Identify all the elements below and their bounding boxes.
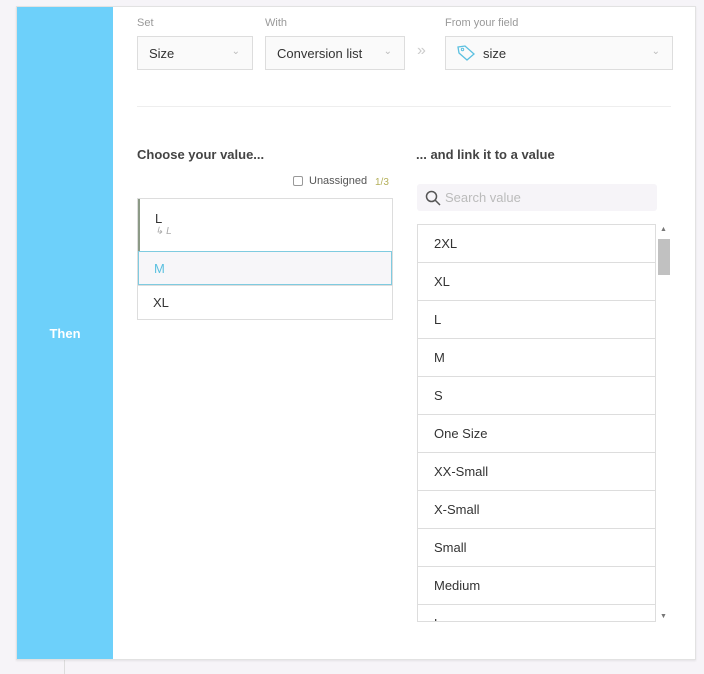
set-label: Set: [137, 17, 154, 29]
list-item[interactable]: X-Small: [418, 491, 655, 529]
target-value-list: 2XL XL L M S One Size XX-Small X-Small Small Medi…: [417, 224, 656, 622]
set-select[interactable]: Size ⌄: [137, 36, 253, 70]
search-icon: [425, 190, 441, 206]
then-sidebar: Then: [17, 7, 113, 659]
list-item[interactable]: XL: [418, 263, 655, 301]
list-item[interactable]: XX-Small: [418, 453, 655, 491]
list-item[interactable]: Large: [418, 605, 655, 621]
divider: [64, 660, 65, 674]
search-placeholder: Search value: [445, 190, 521, 205]
field-select[interactable]: size ⌄: [445, 36, 673, 70]
set-value: Size: [149, 45, 175, 61]
chevron-down-icon: ⌄: [383, 46, 392, 57]
list-item[interactable]: XL: [138, 285, 392, 319]
list-item[interactable]: One Size: [418, 415, 655, 453]
scrollbar[interactable]: ▲ ▼: [656, 224, 672, 622]
list-item[interactable]: Medium: [418, 567, 655, 605]
search-input[interactable]: Search value: [417, 184, 657, 211]
linked-value: ↳ L: [155, 226, 172, 237]
field-label: From your field: [445, 17, 519, 29]
with-select[interactable]: Conversion list ⌄: [265, 36, 405, 70]
with-value: Conversion list: [277, 45, 363, 61]
assigned-count: 1/3: [375, 177, 389, 188]
linked-value-text: L: [166, 226, 172, 237]
list-item[interactable]: S: [418, 377, 655, 415]
scroll-up-icon[interactable]: ▲: [660, 226, 667, 233]
double-chevron-icon: »: [417, 42, 426, 59]
then-label: Then: [49, 325, 81, 341]
link-title: ... and link it to a value: [416, 147, 555, 162]
field-value: size: [483, 45, 507, 61]
unassigned-label: Unassigned: [309, 175, 368, 187]
tag-icon: [457, 45, 475, 61]
scrollbar-thumb[interactable]: [658, 239, 670, 275]
rule-card: Then Set Size ⌄ With Conversion list ⌄ » F…: [16, 6, 696, 660]
scroll-down-icon[interactable]: ▼: [660, 613, 667, 620]
source-value-list: L ↳ L M XL: [137, 198, 393, 320]
chevron-down-icon: ⌄: [231, 46, 240, 57]
list-item[interactable]: L: [418, 301, 655, 339]
with-label: With: [265, 17, 287, 29]
list-item[interactable]: 2XL: [418, 225, 655, 263]
list-item[interactable]: M: [418, 339, 655, 377]
separator: [137, 106, 671, 107]
unassigned-checkbox[interactable]: [293, 176, 303, 186]
chevron-down-icon: ⌄: [651, 46, 660, 57]
item-value: L: [155, 211, 163, 226]
list-item[interactable]: L ↳ L: [138, 199, 392, 251]
list-item[interactable]: Small: [418, 529, 655, 567]
unassigned-filter[interactable]: Unassigned: [293, 175, 367, 187]
list-item[interactable]: M: [138, 251, 392, 285]
choose-title: Choose your value...: [137, 147, 265, 162]
